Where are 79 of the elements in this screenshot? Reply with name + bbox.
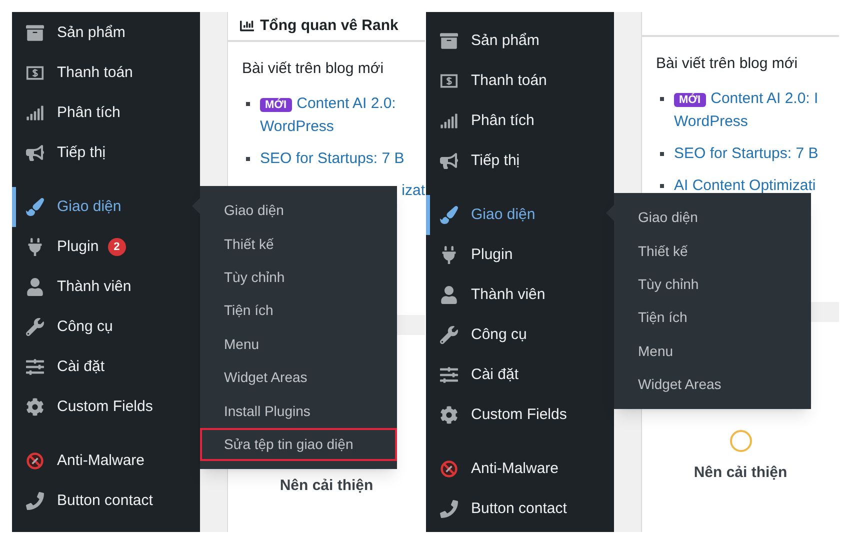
flyout-link[interactable]: Menu bbox=[614, 334, 811, 368]
megaphone-icon bbox=[26, 144, 44, 162]
gear-icon bbox=[440, 406, 458, 424]
score-ring-icon bbox=[730, 430, 752, 452]
sidebar-link[interactable]: Sản phẩm bbox=[12, 13, 200, 53]
sidebar-link[interactable]: Tiếp thị bbox=[426, 141, 614, 181]
wrench-icon bbox=[440, 326, 458, 344]
sidebar-link[interactable]: Button contact bbox=[12, 481, 200, 521]
list-bullet bbox=[660, 96, 664, 100]
flyout-link[interactable]: Tiện ích bbox=[200, 294, 397, 328]
post-link[interactable]: izat bbox=[402, 180, 425, 202]
megaphone-icon bbox=[440, 152, 458, 170]
sidebar-link[interactable]: Phân tích bbox=[426, 101, 614, 141]
list-bullet bbox=[246, 102, 250, 106]
section-title: Bài viết trên blog mới bbox=[656, 54, 799, 74]
chart-icon bbox=[240, 19, 254, 33]
user-icon bbox=[440, 286, 458, 304]
sidebar-link[interactable]: Tiếp thị bbox=[12, 133, 200, 173]
bar-chart-icon bbox=[440, 112, 458, 130]
flyout-link[interactable]: Widget Areas bbox=[614, 368, 811, 402]
post-link[interactable]: SEO for Startups: 7 B bbox=[674, 142, 818, 164]
sidebar-link[interactable]: Công cụ bbox=[426, 315, 614, 355]
sliders-icon bbox=[440, 366, 458, 384]
sidebar-link[interactable]: Cài đặt bbox=[12, 347, 200, 387]
sidebar-link[interactable]: Cài đặt bbox=[426, 355, 614, 395]
blocked-icon bbox=[440, 460, 458, 478]
sidebar-link[interactable]: Plugin 2 bbox=[12, 227, 200, 267]
section-title: Bài viết trên blog mới bbox=[242, 59, 385, 79]
score-label: Nên cải thiện bbox=[280, 476, 374, 496]
bar-chart-icon bbox=[26, 104, 44, 122]
sidebar-link[interactable]: Anti-Malware bbox=[426, 449, 614, 489]
dollar-icon bbox=[26, 64, 44, 82]
plug-icon bbox=[440, 246, 458, 264]
sliders-icon bbox=[26, 358, 44, 376]
count-badge: 2 bbox=[108, 238, 126, 256]
sidebar-link[interactable]: Anti-Malware bbox=[12, 441, 200, 481]
user-icon bbox=[26, 278, 44, 296]
sidebar-link[interactable]: Thanh toán bbox=[12, 53, 200, 93]
blocked-icon bbox=[26, 452, 44, 470]
post-link[interactable]: AI Content Optimizati bbox=[674, 174, 816, 196]
sidebar-link[interactable]: Plugin bbox=[426, 235, 614, 275]
post-link[interactable]: MỚI Content AI 2.0: I WordPress bbox=[674, 88, 818, 132]
flyout-link[interactable]: Tùy chỉnh bbox=[614, 268, 811, 302]
sidebar-link[interactable]: Sản phẩm bbox=[426, 21, 614, 61]
phone-icon bbox=[440, 500, 458, 518]
sidebar-link[interactable]: Thành viên bbox=[426, 275, 614, 315]
flyout-link[interactable]: Tiện ích bbox=[614, 301, 811, 335]
flyout-link[interactable]: Giao diện bbox=[200, 194, 397, 228]
flyout-link[interactable]: Install Plugins bbox=[200, 394, 397, 428]
flyout-link[interactable]: Sửa tệp tin giao diện bbox=[200, 428, 397, 462]
sidebar-link[interactable]: Thanh toán bbox=[426, 61, 614, 101]
flyout-link[interactable]: Widget Areas bbox=[200, 360, 397, 394]
list-bullet bbox=[660, 152, 664, 156]
sidebar-link[interactable]: Button contact bbox=[426, 489, 614, 529]
phone-icon bbox=[26, 492, 44, 510]
sidebar-link[interactable]: Phân tích bbox=[12, 93, 200, 133]
flyout-link[interactable]: Tùy chỉnh bbox=[200, 260, 397, 294]
dollar-icon bbox=[440, 72, 458, 90]
box-icon bbox=[26, 24, 44, 42]
paintbrush-icon bbox=[26, 198, 44, 216]
sidebar-link[interactable]: Custom Fields bbox=[426, 395, 614, 435]
wrench-icon bbox=[26, 318, 44, 336]
flyout-link[interactable]: Thiết kế bbox=[614, 234, 811, 268]
flyout-link[interactable]: Menu bbox=[200, 328, 397, 361]
flyout-link[interactable]: Thiết kế bbox=[200, 227, 397, 261]
flyout-link[interactable]: Giao diện bbox=[614, 201, 811, 234]
list-bullet bbox=[660, 184, 664, 188]
box-icon bbox=[440, 32, 458, 50]
gear-icon bbox=[26, 398, 44, 416]
sidebar-link[interactable]: Công cụ bbox=[12, 307, 200, 347]
sidebar-link[interactable]: Thành viên bbox=[12, 267, 200, 307]
sidebar-link[interactable]: Custom Fields bbox=[12, 387, 200, 427]
paintbrush-icon bbox=[440, 206, 458, 224]
score-label: Nên cải thiện bbox=[694, 463, 788, 483]
card-title: Tổng quan vê Rank bbox=[260, 16, 398, 36]
post-link[interactable]: MỚI Content AI 2.0: WordPress bbox=[260, 92, 396, 138]
post-link[interactable]: SEO for Startups: 7 B bbox=[260, 148, 404, 170]
list-bullet bbox=[246, 156, 250, 160]
plug-icon bbox=[26, 238, 44, 256]
